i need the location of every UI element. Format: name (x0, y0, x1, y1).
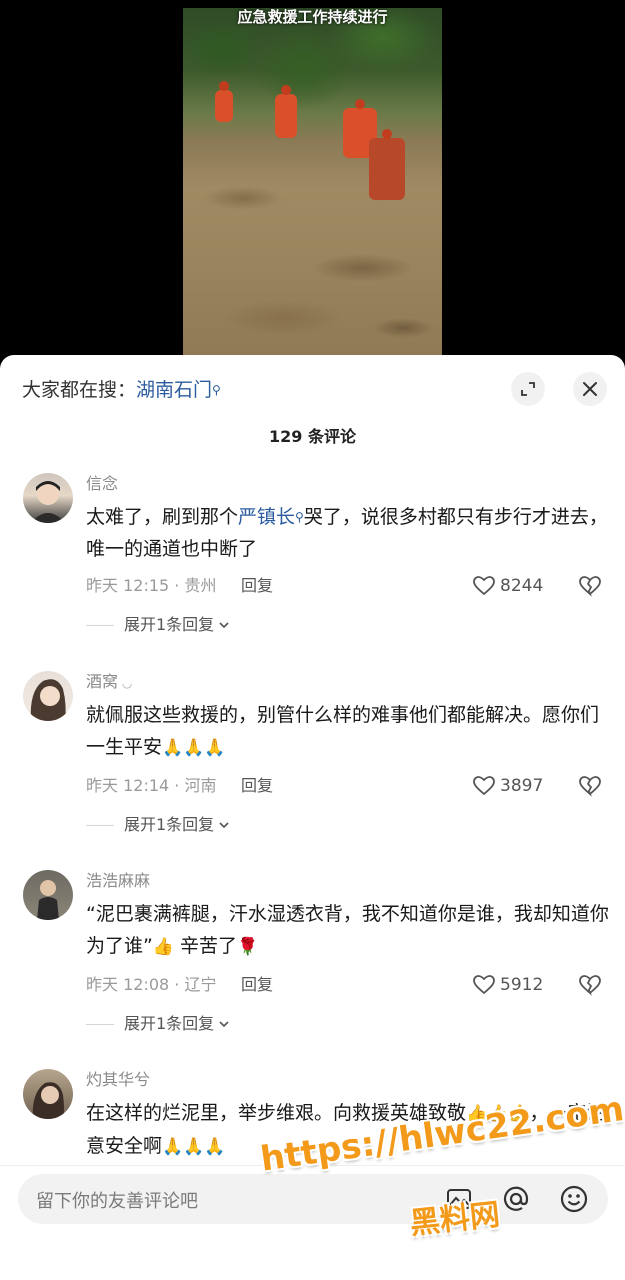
close-button[interactable] (573, 372, 607, 406)
video-caption: 应急救援工作持续进行 (237, 8, 388, 26)
like-count: 3897 (500, 776, 544, 796)
search-icon: ⚲ (295, 510, 304, 524)
trending-search-keyword[interactable]: 湖南石门 (136, 379, 212, 401)
avatar[interactable] (23, 1069, 73, 1119)
emoji-icon[interactable] (559, 1184, 589, 1214)
pray-emoji: 🙏🙏🙏 (162, 738, 226, 758)
avatar[interactable] (23, 870, 73, 920)
rose-emoji: 🌹 (237, 937, 259, 957)
comment-text-part: 在这样的烂泥里，举步维艰。向救援英雄致敬 (86, 1102, 467, 1124)
video-frame: 应急救援工作持续进行 (183, 8, 442, 356)
comment-text: 太难了，刷到那个严镇长⚲哭了，说很多村都只有步行才进去，唯一的通道也中断了 (86, 501, 611, 565)
expand-sheet-button[interactable] (511, 372, 545, 406)
like-button[interactable]: 8244 (472, 574, 543, 598)
comment-text-part: 辛苦了 (174, 935, 238, 957)
comment-text: “泥巴裹满裤腿，汗水湿透衣背，我不知道你是谁，我却知道你为了谁”👍 辛苦了🌹 (86, 898, 611, 963)
comment-meta: 昨天 12:08 · 辽宁 (86, 975, 217, 994)
heart-icon (473, 576, 495, 596)
expand-replies-button[interactable]: 展开1条回复 (86, 614, 230, 636)
expand-replies-label: 展开1条回复 (124, 815, 215, 834)
comment-username[interactable]: 浩浩麻麻 (86, 870, 150, 892)
comment-text-part: 太难了，刷到那个 (86, 506, 239, 528)
like-button[interactable]: 3897 (472, 774, 543, 798)
comment-count-title: 129 条评论 (269, 427, 356, 446)
comment-item: 信念 太难了，刷到那个严镇长⚲哭了，说很多村都只有步行才进去，唯一的通道也中断了… (0, 473, 625, 643)
reply-button[interactable]: 回复 (241, 575, 273, 597)
comment-username[interactable]: 信念 (86, 473, 118, 495)
expand-replies-button[interactable]: 展开1条回复 (86, 1013, 230, 1035)
username-text: 酒窝 (86, 672, 119, 691)
trending-search[interactable]: 大家都在搜：湖南石门⚲ (22, 377, 221, 403)
comment-item: 灼其华兮 在这样的烂泥里，举步维艰。向救援英雄致敬👍👍👍，一定注意安全啊🙏🙏🙏 (0, 1069, 625, 1169)
avatar[interactable] (23, 671, 73, 721)
rescuer-figure (369, 129, 405, 200)
broken-heart-icon[interactable] (578, 774, 602, 798)
rescuer-figure (275, 85, 297, 138)
comment-text: 就佩服这些救援的，别管什么样的难事他们都能解决。愿你们一生平安🙏🙏🙏 (86, 699, 611, 764)
trending-search-prefix: 大家都在搜： (22, 379, 137, 401)
heart-icon (473, 776, 495, 796)
reply-button[interactable]: 回复 (241, 775, 273, 797)
at-mention-icon[interactable] (501, 1184, 531, 1214)
broken-heart-icon[interactable] (578, 574, 602, 598)
chevron-down-icon (219, 822, 229, 829)
reply-button[interactable]: 回复 (241, 974, 273, 996)
thumbs-up-emoji: 👍👍👍 (466, 1104, 530, 1124)
expand-replies-label: 展开1条回复 (124, 1014, 215, 1033)
search-icon: ⚲ (212, 383, 221, 397)
comment-username[interactable]: 灼其华兮 (86, 1069, 150, 1091)
comment-meta: 昨天 12:14 · 河南 (86, 776, 217, 795)
expand-replies-button[interactable]: 展开1条回复 (86, 814, 230, 836)
comment-input-placeholder: 留下你的友善评论吧 (36, 1191, 198, 1212)
thumbs-up-emoji: 👍 (152, 937, 175, 957)
chevron-down-icon (219, 1021, 229, 1028)
expand-replies-label: 展开1条回复 (124, 615, 215, 634)
comment-text: 在这样的烂泥里，举步维艰。向救援英雄致敬👍👍👍，一定注意安全啊🙏🙏🙏 (86, 1097, 611, 1163)
expand-icon (521, 382, 535, 396)
like-button[interactable]: 5912 (472, 973, 543, 997)
image-icon[interactable] (444, 1184, 474, 1214)
comment-sheet: 大家都在搜：湖南石门⚲ 129 条评论 信念 太难了，刷到那个严镇长⚲哭了，说很… (0, 355, 625, 1280)
heart-icon (473, 975, 495, 995)
close-icon (583, 382, 597, 396)
avatar[interactable] (23, 473, 73, 523)
pray-emoji: 🙏🙏🙏 (162, 1137, 226, 1157)
chevron-down-icon (219, 622, 229, 629)
video-player[interactable]: 应急救援工作持续进行 (0, 0, 625, 372)
comment-item: 浩浩麻麻 “泥巴裹满裤腿，汗水湿透衣背，我不知道你是谁，我却知道你为了谁”👍 辛… (0, 870, 625, 1040)
comment-input-bar: 留下你的友善评论吧 (0, 1165, 625, 1280)
rescuer-figure (215, 81, 233, 122)
like-count: 8244 (500, 576, 544, 596)
comment-input[interactable]: 留下你的友善评论吧 (18, 1174, 608, 1224)
comment-meta: 昨天 12:15 · 贵州 (86, 576, 217, 595)
like-count: 5912 (500, 975, 544, 995)
comment-username[interactable]: 酒窝 ◡ (86, 671, 132, 694)
broken-heart-icon[interactable] (578, 973, 602, 997)
comment-search-link[interactable]: 严镇长 (238, 506, 295, 528)
comment-item: 酒窝 ◡ 就佩服这些救援的，别管什么样的难事他们都能解决。愿你们一生平安🙏🙏🙏 … (0, 671, 625, 841)
